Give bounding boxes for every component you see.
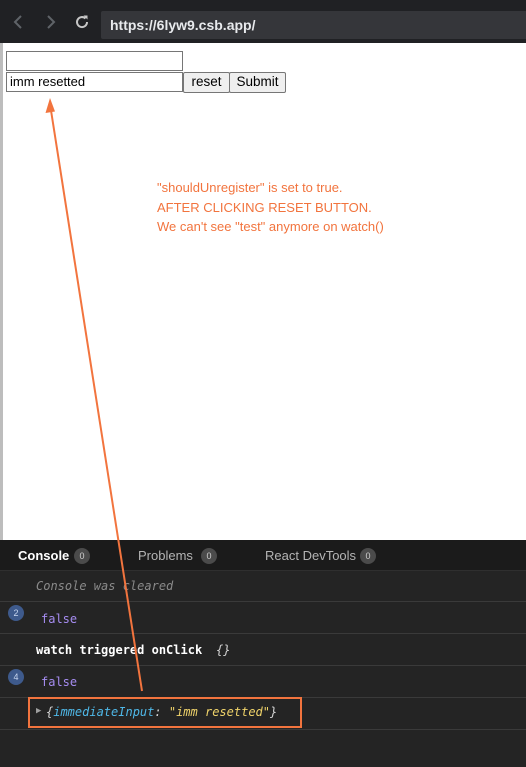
console-row: watch triggered onClick {} [0,634,526,666]
back-arrow-icon[interactable] [10,13,28,31]
reload-icon[interactable] [73,13,91,31]
console-row: 2 false [0,602,526,634]
console-cleared-message: Console was cleared [36,579,174,593]
note-line: We can't see "test" anymore on watch() [157,219,384,234]
first-text-input[interactable] [6,51,183,71]
forward-arrow-icon[interactable] [41,13,59,31]
problems-count-badge: 0 [201,548,217,564]
devtools-panel: Console 0 Problems 0 React DevTools 0 Co… [0,540,526,767]
devtools-tabbar: Console 0 Problems 0 React DevTools 0 [0,540,526,571]
url-text: https://6lyw9.csb.app/ [110,17,256,33]
console-value-false: false [41,675,78,689]
page-viewport: imm resetted reset Submit [0,43,526,540]
react-devtools-count-badge: 0 [360,548,376,564]
reset-button[interactable]: reset [183,72,230,93]
immediate-input[interactable]: imm resetted [6,72,183,92]
tab-problems[interactable]: Problems [138,548,193,563]
console-row: 4 false [0,666,526,698]
console-row: Console was cleared [0,571,526,602]
tab-react-devtools[interactable]: React DevTools [265,548,356,563]
browser-toolbar: https://6lyw9.csb.app/ [0,0,526,43]
tab-console[interactable]: Console [18,548,69,563]
annotation-highlight-box [28,697,302,728]
console-log-object[interactable]: {} [216,643,230,657]
address-bar[interactable]: https://6lyw9.csb.app/ [101,11,526,39]
repeat-count-badge: 2 [8,605,24,621]
note-line: AFTER CLICKING RESET BUTTON. [157,199,372,215]
console-value-false: false [41,612,78,626]
console-count-badge: 0 [74,548,90,564]
console-log-label: watch triggered onClick [36,643,203,657]
annotation-note: "shouldUnregister" is set to true. AFTER… [157,178,384,237]
submit-button[interactable]: Submit [229,72,286,93]
note-line: "shouldUnregister" is set to true. [157,180,343,195]
repeat-count-badge: 4 [8,669,24,685]
